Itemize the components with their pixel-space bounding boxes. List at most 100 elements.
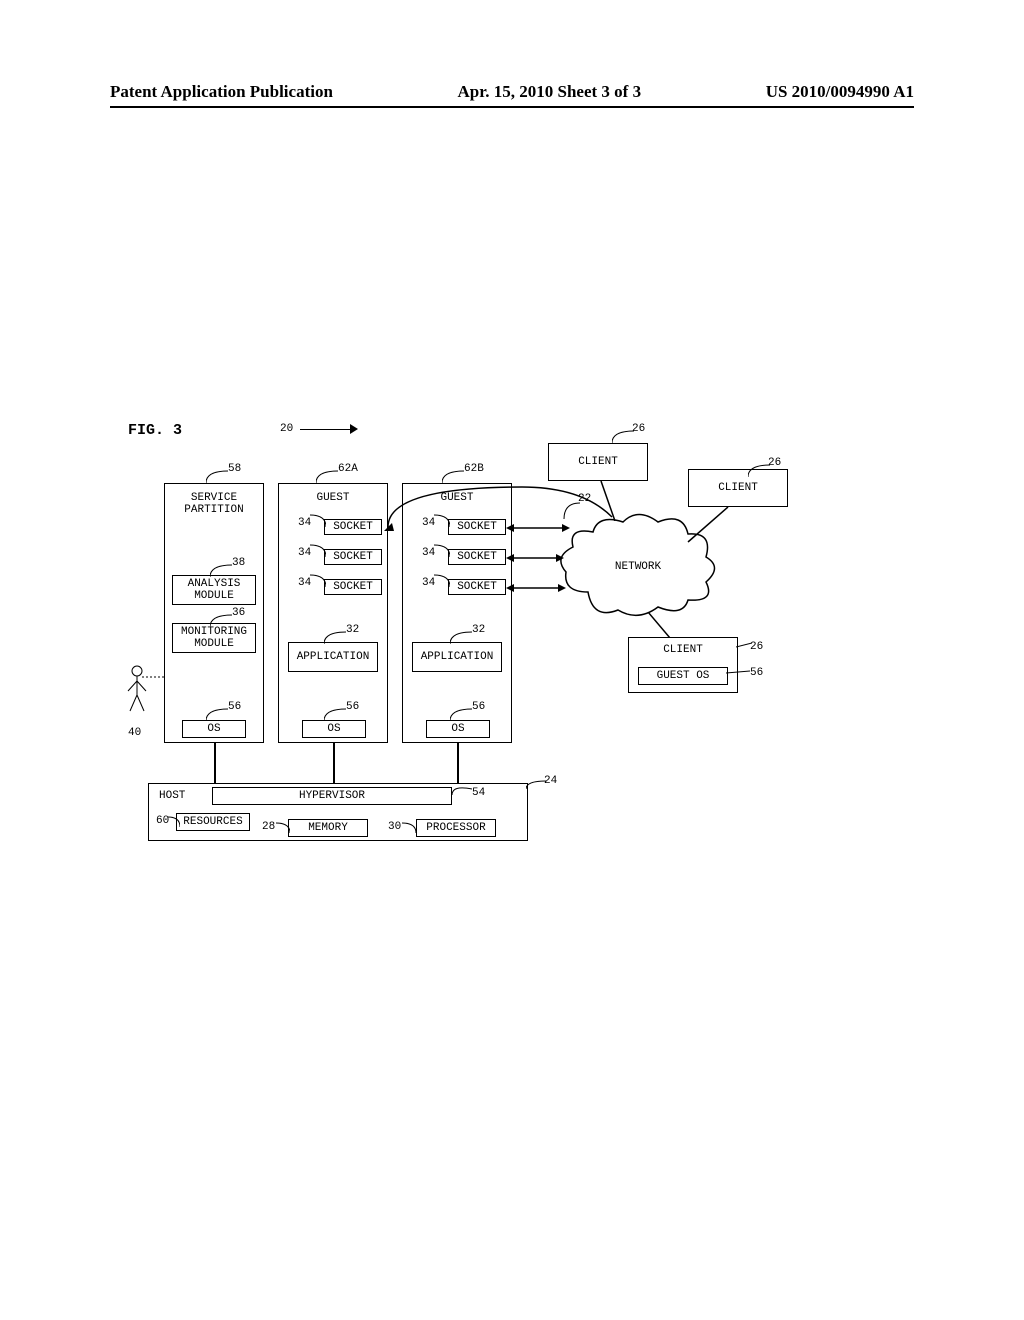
leader-34-a3	[310, 573, 326, 587]
arrow-head-20	[350, 424, 358, 434]
page-header: Patent Application Publication Apr. 15, …	[0, 82, 1024, 102]
os-gb-box: OS	[426, 720, 490, 738]
socket-a1-box: SOCKET	[324, 519, 382, 535]
hypervisor-box: HYPERVISOR	[212, 787, 452, 805]
host-label: HOST	[159, 790, 185, 802]
leader-26-2	[748, 463, 770, 477]
socket-a3-label: SOCKET	[333, 581, 373, 593]
guest-a-label: GUEST	[316, 492, 349, 504]
processor-label: PROCESSOR	[426, 822, 485, 834]
ref-20: 20	[280, 423, 293, 435]
leader-60	[168, 815, 180, 827]
socket-a3-box: SOCKET	[324, 579, 382, 595]
analysis-module-box: ANALYSIS MODULE	[172, 575, 256, 605]
ref-56-sp: 56	[228, 701, 241, 713]
socket-a2-label: SOCKET	[333, 551, 373, 563]
leader-26-1	[612, 429, 634, 443]
os-ga-box: OS	[302, 720, 366, 738]
resources-box: RESOURCES	[176, 813, 250, 831]
arrow-b2-net	[506, 552, 568, 564]
monitoring-module-label: MONITORING MODULE	[181, 626, 247, 650]
leader-56-cl	[726, 667, 750, 677]
guest-os-box: GUEST OS	[638, 667, 728, 685]
ref-32-a: 32	[346, 624, 359, 636]
leader-24	[526, 779, 546, 789]
leader-40-sp	[142, 671, 172, 683]
ref-56-cl: 56	[750, 667, 763, 679]
socket-b2-box: SOCKET	[448, 549, 506, 565]
ref-58: 58	[228, 463, 241, 475]
guest-os-label: GUEST OS	[657, 670, 710, 682]
client-2-label: CLIENT	[718, 482, 758, 494]
header-divider	[110, 106, 914, 108]
leader-58	[206, 469, 228, 483]
ref-28: 28	[262, 821, 275, 833]
resources-label: RESOURCES	[183, 816, 242, 828]
ref-62a: 62A	[338, 463, 358, 475]
ref-30: 30	[388, 821, 401, 833]
memory-label: MEMORY	[308, 822, 348, 834]
hypervisor-label: HYPERVISOR	[299, 790, 365, 802]
connector-ga-host	[333, 743, 335, 783]
socket-a1-label: SOCKET	[333, 521, 373, 533]
processor-box: PROCESSOR	[416, 819, 496, 837]
header-right: US 2010/0094990 A1	[766, 82, 914, 102]
ref-54: 54	[472, 787, 485, 799]
network-label: NETWORK	[615, 561, 661, 573]
connector-sp-host	[214, 743, 216, 783]
leader-56gb	[450, 707, 472, 721]
leader-34-a1	[310, 513, 326, 527]
arrow-b3-net	[506, 582, 570, 594]
leader-26-3	[736, 641, 752, 651]
client-1-box: CLIENT	[548, 443, 648, 481]
service-partition-label: SERVICE PARTITION	[184, 492, 243, 516]
figure-3-diagram: FIG. 3 20 SERVICE PARTITION 58 ANALYSIS …	[128, 427, 898, 867]
socket-a2-box: SOCKET	[324, 549, 382, 565]
leader-62a	[316, 469, 338, 483]
ref-56-gb: 56	[472, 701, 485, 713]
ref-36: 36	[232, 607, 245, 619]
conn-client3-net	[648, 612, 678, 638]
ref-62b: 62B	[464, 463, 484, 475]
monitoring-module-box: MONITORING MODULE	[172, 623, 256, 653]
leader-38	[210, 563, 232, 577]
leader-30	[402, 821, 416, 833]
client-1-label: CLIENT	[578, 456, 618, 468]
arrow-a1-net	[382, 477, 632, 537]
app-b-label: APPLICATION	[421, 651, 494, 663]
leader-34-a2	[310, 543, 326, 557]
app-a-box: APPLICATION	[288, 642, 378, 672]
os-gb-label: OS	[451, 723, 464, 735]
leader-32a	[324, 630, 346, 644]
ref-56-ga: 56	[346, 701, 359, 713]
client-2-box: CLIENT	[688, 469, 788, 507]
arrow-20	[300, 429, 350, 430]
socket-b3-box: SOCKET	[448, 579, 506, 595]
memory-box: MEMORY	[288, 819, 368, 837]
leader-28	[276, 821, 290, 833]
leader-56-sp	[206, 707, 228, 721]
leader-34-b3	[434, 573, 450, 587]
figure-title: FIG. 3	[128, 422, 182, 439]
ref-32-b: 32	[472, 624, 485, 636]
socket-b2-label: SOCKET	[457, 551, 497, 563]
app-a-label: APPLICATION	[297, 651, 370, 663]
leader-34-b2	[434, 543, 450, 557]
os-sp-label: OS	[207, 723, 220, 735]
socket-b3-label: SOCKET	[457, 581, 497, 593]
leader-32b	[450, 630, 472, 644]
app-b-box: APPLICATION	[412, 642, 502, 672]
conn-client2-net	[683, 507, 733, 547]
leader-54	[452, 785, 472, 795]
header-left: Patent Application Publication	[110, 82, 333, 102]
header-center: Apr. 15, 2010 Sheet 3 of 3	[458, 82, 642, 102]
leader-56ga	[324, 707, 346, 721]
ref-38: 38	[232, 557, 245, 569]
os-ga-label: OS	[327, 723, 340, 735]
leader-36	[210, 613, 232, 627]
os-sp-box: OS	[182, 720, 246, 738]
ref-40: 40	[128, 727, 141, 739]
connector-gb-host	[457, 743, 459, 783]
client-3-label: CLIENT	[663, 644, 703, 656]
analysis-module-label: ANALYSIS MODULE	[188, 578, 241, 602]
